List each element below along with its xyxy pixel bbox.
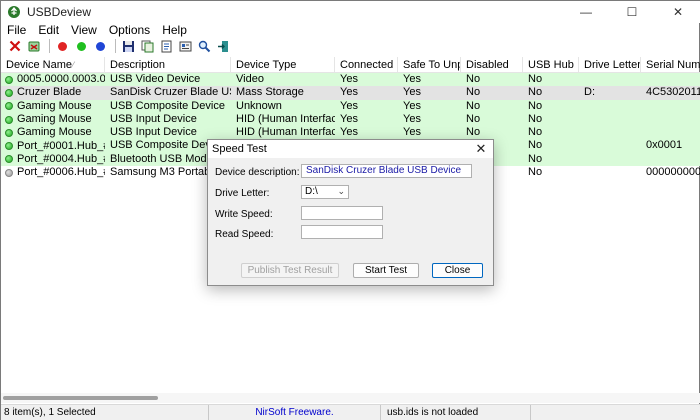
menu-options[interactable]: Options	[103, 23, 156, 37]
device-description-label: Device description:	[215, 167, 300, 178]
toolbar-separator	[115, 39, 116, 53]
find-icon[interactable]	[196, 38, 212, 54]
green-dot-icon[interactable]	[73, 38, 89, 54]
table-row[interactable]: Gaming Mouse USB Input Device HID (Human…	[1, 126, 700, 140]
table-row[interactable]: Gaming Mouse USB Composite Device Unknow…	[1, 99, 700, 113]
menu-bar: File Edit View Options Help	[1, 23, 700, 37]
table-header: Device Name ⁄ Description Device Type Con…	[1, 57, 700, 73]
table-row[interactable]: 0005.0000.0003.001.00... USB Video Devic…	[1, 73, 700, 87]
drive-letter-value: D:\	[305, 186, 318, 197]
col-disabled[interactable]: Disabled	[461, 57, 523, 73]
write-speed-label: Write Speed:	[215, 209, 273, 220]
col-drive-letter[interactable]: Drive Letter	[579, 57, 641, 73]
usbdeview-window: USBDeview — ☐ ✕ File Edit View Options H…	[0, 0, 700, 420]
disconnected-status-icon	[5, 168, 13, 177]
window-title: USBDeview	[27, 5, 92, 19]
speed-test-dialog: Speed Test ✕ Device description: SanDisk…	[207, 139, 494, 286]
toolbar	[1, 37, 700, 55]
col-connected[interactable]: Connected	[335, 57, 398, 73]
status-usb-ids: usb.ids is not loaded	[381, 404, 531, 420]
menu-help[interactable]: Help	[156, 23, 193, 37]
read-speed-label: Read Speed:	[215, 229, 274, 240]
col-device-name[interactable]: Device Name ⁄	[1, 57, 105, 73]
menu-edit[interactable]: Edit	[32, 23, 65, 37]
save-icon[interactable]	[120, 38, 136, 54]
connected-status-icon	[5, 128, 13, 137]
dialog-close-icon[interactable]: ✕	[473, 141, 489, 157]
start-test-button[interactable]: Start Test	[353, 263, 419, 278]
title-bar: USBDeview — ☐ ✕	[1, 1, 700, 23]
menu-file[interactable]: File	[1, 23, 32, 37]
status-item-count: 8 item(s), 1 Selected	[1, 404, 209, 420]
report-icon[interactable]	[158, 38, 174, 54]
app-icon	[8, 6, 20, 18]
minimize-button[interactable]: —	[563, 1, 609, 23]
col-usb-hub[interactable]: USB Hub	[523, 57, 579, 73]
copy-icon[interactable]	[139, 38, 155, 54]
exit-icon[interactable]	[215, 38, 231, 54]
nirsoft-link[interactable]: NirSoft Freeware. http://www.nirsoft.net	[209, 404, 381, 420]
connected-status-icon	[5, 142, 13, 151]
dialog-title-bar: Speed Test ✕	[208, 140, 493, 158]
connected-status-icon	[5, 155, 13, 164]
dialog-title: Speed Test	[212, 143, 267, 155]
drive-letter-label: Drive Letter:	[215, 188, 270, 199]
sort-indicator-icon: ⁄	[72, 60, 74, 70]
status-bar: 8 item(s), 1 Selected NirSoft Freeware. …	[1, 404, 700, 420]
col-device-type[interactable]: Device Type	[231, 57, 335, 73]
table-row-selected[interactable]: Cruzer Blade SanDisk Cruzer Blade USB De…	[1, 86, 700, 100]
maximize-button[interactable]: ☐	[609, 1, 655, 23]
read-speed-field[interactable]	[301, 225, 383, 239]
col-serial-number[interactable]: Serial Number	[641, 57, 700, 73]
write-speed-field[interactable]	[301, 206, 383, 220]
horizontal-scrollbar[interactable]	[1, 393, 700, 403]
disconnect-icon[interactable]	[26, 38, 42, 54]
drive-letter-select[interactable]: D:\ ⌄	[301, 185, 349, 199]
dialog-close-button[interactable]: Close	[432, 263, 483, 278]
close-window-button[interactable]: ✕	[655, 1, 700, 23]
col-safe-to-unplug[interactable]: Safe To Unpl...	[398, 57, 461, 73]
properties-icon[interactable]	[177, 38, 193, 54]
publish-test-result-button[interactable]: Publish Test Result	[241, 263, 339, 278]
menu-view[interactable]: View	[65, 23, 103, 37]
toolbar-separator	[49, 39, 50, 53]
chevron-down-icon: ⌄	[337, 186, 345, 196]
scrollbar-thumb[interactable]	[3, 396, 158, 400]
connected-status-icon	[5, 102, 13, 111]
blue-dot-icon[interactable]	[92, 38, 108, 54]
col-description[interactable]: Description	[105, 57, 231, 73]
table-row[interactable]: Gaming Mouse USB Input Device HID (Human…	[1, 112, 700, 127]
connected-status-icon	[5, 75, 13, 84]
device-description-field[interactable]: SanDisk Cruzer Blade USB Device	[301, 164, 472, 178]
delete-icon[interactable]	[7, 38, 23, 54]
connected-status-icon	[5, 88, 13, 97]
red-dot-icon[interactable]	[54, 38, 70, 54]
connected-status-icon	[5, 115, 13, 124]
